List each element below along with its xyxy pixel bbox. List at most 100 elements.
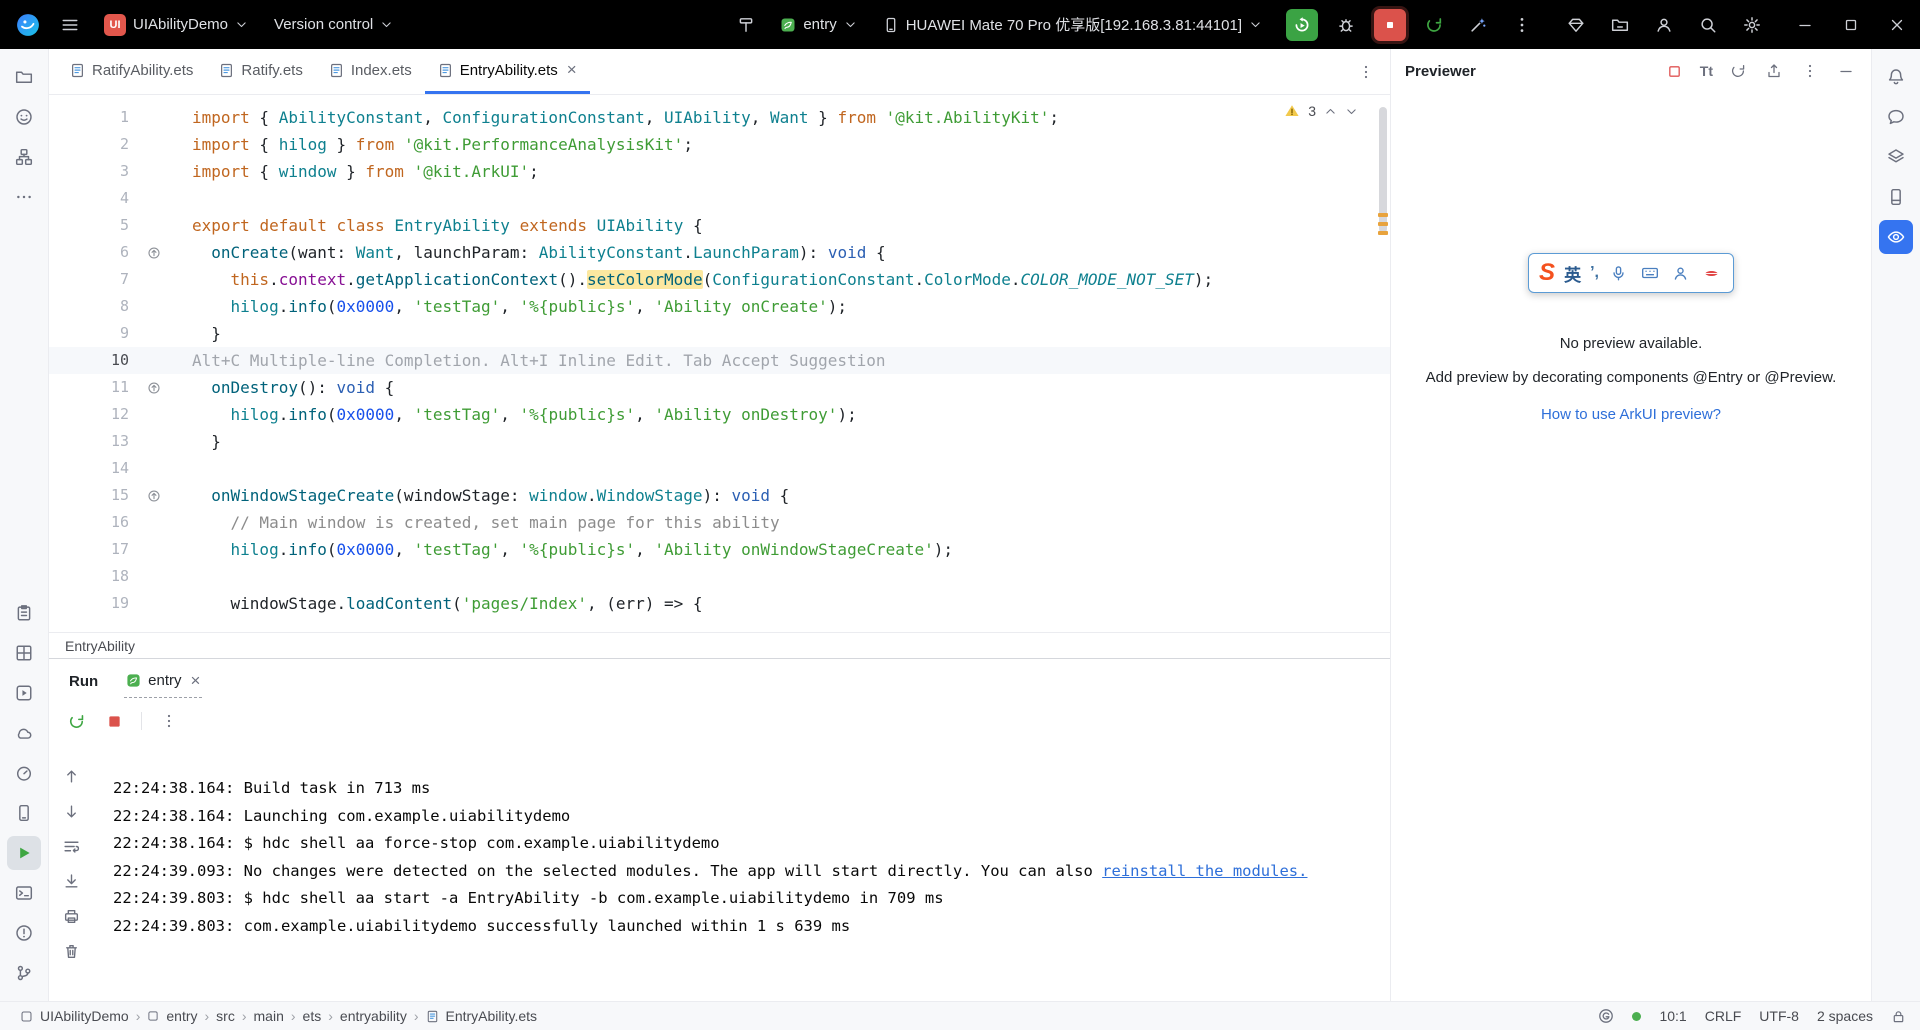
breadcrumb-item[interactable]: main xyxy=(254,1008,284,1024)
code-line[interactable]: 13 } xyxy=(49,428,1390,455)
prev-problem-icon[interactable] xyxy=(1324,105,1337,118)
caret-position[interactable]: 10:1 xyxy=(1659,1008,1686,1024)
export-preview-icon[interactable] xyxy=(1763,60,1785,82)
editor-tab-entryability[interactable]: EntryAbility.ets × xyxy=(424,49,590,94)
line-number[interactable]: 19 xyxy=(49,590,129,617)
file-encoding[interactable]: UTF-8 xyxy=(1759,1008,1799,1024)
close-window-icon[interactable] xyxy=(1874,0,1920,49)
editor-tab-index[interactable]: Index.ets xyxy=(316,49,425,94)
line-number[interactable]: 13 xyxy=(49,428,129,455)
arkui-preview-help-link[interactable]: How to use ArkUI preview? xyxy=(1541,406,1721,423)
warning-mark[interactable] xyxy=(1378,231,1388,235)
code-line[interactable]: 18 xyxy=(49,563,1390,590)
run-icon[interactable] xyxy=(7,836,41,870)
code-editor[interactable]: 1 import { AbilityConstant, Configuration… xyxy=(49,95,1390,632)
more-tools-icon[interactable] xyxy=(7,180,41,214)
editor-tab-ratifyability[interactable]: RatifyAbility.ets xyxy=(57,49,206,94)
project-selector[interactable]: UI UIAbilityDemo xyxy=(96,9,256,41)
previewer-icon[interactable] xyxy=(1879,220,1913,254)
codegenie-status-icon[interactable] xyxy=(1598,1008,1614,1024)
hide-previewer-icon[interactable] xyxy=(1835,60,1857,82)
debug-button[interactable] xyxy=(1330,9,1362,41)
layers-icon[interactable] xyxy=(1879,140,1913,174)
ime-keyboard-icon[interactable] xyxy=(1639,262,1661,284)
device-manager-icon[interactable] xyxy=(1879,180,1913,214)
settings-gear-icon[interactable] xyxy=(1736,9,1768,41)
run-tab-entry[interactable]: entry × xyxy=(124,665,203,698)
account-icon[interactable] xyxy=(1648,9,1680,41)
search-icon[interactable] xyxy=(1692,9,1724,41)
line-number[interactable]: 17 xyxy=(49,536,129,563)
device-file-browser-icon[interactable] xyxy=(7,796,41,830)
breadcrumb-item[interactable]: entry xyxy=(166,1008,197,1024)
version-control-icon[interactable] xyxy=(7,956,41,990)
down-stack-icon[interactable] xyxy=(60,800,82,822)
warning-mark[interactable] xyxy=(1378,222,1388,226)
ai-magic-wand-button[interactable] xyxy=(1462,9,1494,41)
line-number[interactable]: 7 xyxy=(49,266,129,293)
line-number[interactable]: 8 xyxy=(49,293,129,320)
stop-button[interactable] xyxy=(1374,8,1406,41)
breadcrumb-item[interactable]: UIAbilityDemo xyxy=(40,1008,129,1024)
terminal-icon[interactable] xyxy=(7,876,41,910)
ime-punctuation-toggle[interactable]: ’, xyxy=(1590,264,1599,282)
override-marker-icon[interactable] xyxy=(129,239,192,266)
ime-language-toggle[interactable]: 英 xyxy=(1564,261,1581,286)
code-line[interactable]: 19 windowStage.loadContent('pages/Index'… xyxy=(49,590,1390,617)
code-line[interactable]: 16 // Main window is created, set main p… xyxy=(49,509,1390,536)
project-structure-icon[interactable] xyxy=(1604,9,1636,41)
structure-icon[interactable] xyxy=(7,140,41,174)
indent-setting[interactable]: 2 spaces xyxy=(1817,1008,1873,1024)
code-line[interactable]: 3 import { window } from '@kit.ArkUI'; xyxy=(49,158,1390,185)
ime-mic-icon[interactable] xyxy=(1608,262,1630,284)
close-tab-icon[interactable]: × xyxy=(191,671,201,691)
console-output[interactable]: 22:24:38.164: Build task in 713 ms 22:24:… xyxy=(93,739,1390,1001)
cloud-icon[interactable] xyxy=(7,716,41,750)
line-number[interactable]: 9 xyxy=(49,320,129,347)
code-line[interactable]: 9 } xyxy=(49,320,1390,347)
run-app-button[interactable] xyxy=(1286,8,1318,41)
breadcrumb-item[interactable]: EntryAbility xyxy=(65,638,135,654)
print-icon[interactable] xyxy=(60,905,82,927)
refresh-preview-icon[interactable] xyxy=(1727,60,1749,82)
line-number[interactable]: 16 xyxy=(49,509,129,536)
override-marker-icon[interactable] xyxy=(129,374,192,401)
version-control-menu[interactable]: Version control xyxy=(266,11,401,38)
line-separator[interactable]: CRLF xyxy=(1705,1008,1742,1024)
sogou-ime-toolbar[interactable]: S 英 ’, xyxy=(1528,253,1734,293)
sogou-logo[interactable]: S xyxy=(1539,261,1555,285)
breadcrumb-item[interactable]: entryability xyxy=(340,1008,407,1024)
lock-icon[interactable] xyxy=(1891,1009,1906,1024)
code-line[interactable]: 17 hilog.info(0x0000, 'testTag', '%{publ… xyxy=(49,536,1390,563)
license-diamond-icon[interactable] xyxy=(1560,9,1592,41)
services-icon[interactable] xyxy=(7,676,41,710)
line-number[interactable]: 2 xyxy=(49,131,129,158)
line-number[interactable]: 1 xyxy=(49,104,129,131)
reinstall-modules-link[interactable]: reinstall the modules. xyxy=(1102,862,1307,880)
code-line[interactable]: 12 hilog.info(0x0000, 'testTag', '%{publ… xyxy=(49,401,1390,428)
editor-scrollbar[interactable] xyxy=(1376,95,1390,632)
breadcrumb-item[interactable]: EntryAbility.ets xyxy=(446,1008,538,1024)
text-preview-icon[interactable]: Tt xyxy=(1700,63,1713,79)
code-line[interactable]: 8 hilog.info(0x0000, 'testTag', '%{publi… xyxy=(49,293,1390,320)
stop-preview-icon[interactable] xyxy=(1664,60,1686,82)
warning-mark[interactable] xyxy=(1378,213,1388,217)
device-selector[interactable]: HUAWEI Mate 70 Pro 优享版[192.168.3.81:4410… xyxy=(875,9,1270,40)
line-number[interactable]: 18 xyxy=(49,563,129,590)
line-number[interactable]: 6 xyxy=(49,239,129,266)
line-number[interactable]: 15 xyxy=(49,482,129,509)
line-number[interactable]: 12 xyxy=(49,401,129,428)
inspections-widget[interactable]: 3 xyxy=(1280,101,1362,121)
code-line[interactable]: 6 onCreate(want: Want, launchParam: Abil… xyxy=(49,239,1390,266)
line-number[interactable]: 3 xyxy=(49,158,129,185)
previewer-options-icon[interactable] xyxy=(1799,60,1821,82)
more-actions-icon[interactable] xyxy=(1506,9,1538,41)
breadcrumb-item[interactable]: src xyxy=(216,1008,235,1024)
line-number[interactable]: 14 xyxy=(49,455,129,482)
problems-icon[interactable] xyxy=(7,916,41,950)
run-configuration-selector[interactable]: entry xyxy=(772,11,864,38)
todo-icon[interactable] xyxy=(7,596,41,630)
minimize-window-icon[interactable] xyxy=(1782,0,1828,49)
close-tab-icon[interactable]: × xyxy=(567,60,577,80)
line-number[interactable]: 10 xyxy=(49,347,129,374)
